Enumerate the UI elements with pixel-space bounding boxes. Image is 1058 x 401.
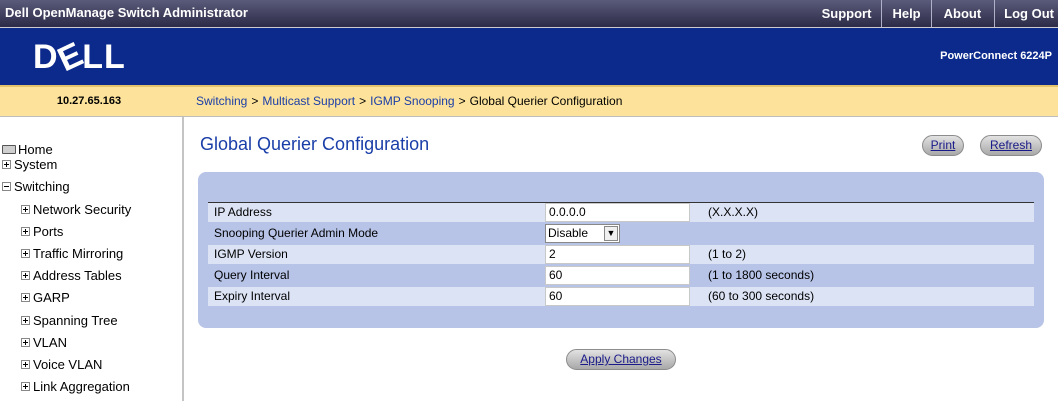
igmp-version-label: IGMP Version bbox=[214, 247, 288, 261]
admin-mode-label: Snooping Querier Admin Mode bbox=[214, 226, 379, 240]
breadcrumb-switching[interactable]: Switching bbox=[196, 94, 247, 108]
sidebar-item-vlan[interactable]: VLAN bbox=[21, 332, 67, 354]
sidebar-item-traffic-mirroring[interactable]: Traffic Mirroring bbox=[21, 243, 123, 265]
sidebar-item-label: Network Security bbox=[33, 202, 132, 217]
breadcrumb: Switching > Multicast Support > IGMP Snoopin… bbox=[178, 85, 1058, 117]
breadcrumb-current: Global Querier Configuration bbox=[469, 94, 623, 108]
plus-icon[interactable] bbox=[21, 292, 30, 302]
plus-icon[interactable] bbox=[21, 315, 30, 325]
main-content: Global Querier Configuration Print Refre… bbox=[184, 117, 1058, 401]
form-row-expiry-interval: Expiry Interval 60 (60 to 300 seconds) bbox=[208, 287, 1034, 306]
sidebar-item-label: Traffic Mirroring bbox=[33, 246, 124, 261]
app-title: Dell OpenManage Switch Administrator bbox=[5, 5, 248, 20]
form-row-ip-address: IP Address 0.0.0.0 (X.X.X.X) bbox=[208, 203, 1034, 222]
plus-icon[interactable] bbox=[21, 381, 30, 391]
device-ip: 10.27.65.163 bbox=[0, 85, 178, 117]
page-title: Global Querier Configuration bbox=[200, 134, 430, 154]
query-interval-label: Query Interval bbox=[214, 268, 290, 282]
sidebar-item-switching[interactable]: Switching bbox=[2, 176, 70, 198]
sidebar-item-spanning-tree[interactable]: Spanning Tree bbox=[21, 310, 118, 332]
sidebar-item-network-security[interactable]: Network Security bbox=[21, 199, 131, 221]
expiry-interval-input[interactable]: 60 bbox=[545, 287, 690, 306]
plus-icon[interactable] bbox=[21, 248, 30, 258]
sidebar-item-label: Address Tables bbox=[33, 268, 122, 283]
minus-icon[interactable] bbox=[2, 181, 11, 191]
plus-icon[interactable] bbox=[2, 159, 11, 169]
refresh-button[interactable]: Refresh bbox=[980, 135, 1042, 156]
igmp-version-input[interactable]: 2 bbox=[545, 245, 690, 264]
sidebar-item-label: GARP bbox=[33, 290, 70, 305]
ip-address-input[interactable]: 0.0.0.0 bbox=[545, 203, 690, 222]
form-row-query-interval: Query Interval 60 (1 to 1800 seconds) bbox=[208, 266, 1034, 285]
plus-icon[interactable] bbox=[21, 270, 30, 280]
plus-icon[interactable] bbox=[21, 226, 30, 236]
form-row-igmp-version: IGMP Version 2 (1 to 2) bbox=[208, 245, 1034, 264]
breadcrumb-separator: > bbox=[458, 94, 466, 108]
sidebar-item-label: Ports bbox=[33, 224, 64, 239]
home-icon bbox=[2, 144, 16, 154]
device-model: PowerConnect 6224P bbox=[940, 50, 1052, 62]
form-row-admin-mode: Snooping Querier Admin Mode Disable ▼ bbox=[208, 224, 1034, 243]
admin-mode-value: Disable bbox=[548, 226, 589, 240]
sidebar: Home System Switching Network Security P… bbox=[0, 117, 184, 401]
breadcrumb-igmp-snooping[interactable]: IGMP Snooping bbox=[370, 94, 455, 108]
plus-icon[interactable] bbox=[21, 359, 30, 369]
plus-icon[interactable] bbox=[21, 204, 30, 214]
ip-address-label: IP Address bbox=[214, 205, 272, 219]
sidebar-item-label: VLAN bbox=[33, 335, 67, 350]
sidebar-item-label: System bbox=[14, 157, 58, 172]
sidebar-item-label: Spanning Tree bbox=[33, 313, 118, 328]
chevron-down-icon[interactable]: ▼ bbox=[604, 226, 618, 241]
admin-mode-select[interactable]: Disable ▼ bbox=[545, 224, 620, 243]
expiry-interval-hint: (60 to 300 seconds) bbox=[708, 289, 815, 303]
query-interval-input[interactable]: 60 bbox=[545, 266, 690, 285]
igmp-version-hint: (1 to 2) bbox=[708, 247, 747, 261]
querier-config-panel: IP Address 0.0.0.0 (X.X.X.X) Snooping Qu… bbox=[198, 172, 1044, 328]
breadcrumb-separator: > bbox=[251, 94, 259, 108]
plus-icon[interactable] bbox=[21, 337, 30, 347]
apply-changes-button[interactable]: Apply Changes bbox=[566, 349, 676, 370]
top-nav: Support Help About Log Out bbox=[814, 0, 1058, 27]
sidebar-item-system[interactable]: System bbox=[2, 154, 57, 176]
sidebar-item-label: Switching bbox=[14, 179, 70, 194]
sidebar-item-ports[interactable]: Ports bbox=[21, 221, 63, 243]
sidebar-item-garp[interactable]: GARP bbox=[21, 287, 70, 309]
top-bar: Dell OpenManage Switch Administrator Sup… bbox=[0, 0, 1058, 27]
support-link[interactable]: Support bbox=[814, 0, 882, 27]
sidebar-item-label: Link Aggregation bbox=[33, 379, 130, 394]
dell-logo: DELL bbox=[33, 34, 126, 80]
print-button[interactable]: Print bbox=[922, 135, 964, 156]
sidebar-item-address-tables[interactable]: Address Tables bbox=[21, 265, 122, 287]
query-interval-hint: (1 to 1800 seconds) bbox=[708, 268, 815, 282]
logout-link[interactable]: Log Out bbox=[994, 0, 1058, 27]
sidebar-item-link-aggregation[interactable]: Link Aggregation bbox=[21, 376, 130, 398]
about-link[interactable]: About bbox=[930, 0, 995, 27]
help-link[interactable]: Help bbox=[881, 0, 930, 27]
ip-address-hint: (X.X.X.X) bbox=[708, 205, 759, 219]
expiry-interval-label: Expiry Interval bbox=[214, 289, 291, 303]
sidebar-item-label: Voice VLAN bbox=[33, 357, 103, 372]
brand-banner: DELL PowerConnect 6224P bbox=[0, 27, 1058, 85]
breadcrumb-multicast-support[interactable]: Multicast Support bbox=[262, 94, 355, 108]
sidebar-item-voice-vlan[interactable]: Voice VLAN bbox=[21, 354, 102, 376]
breadcrumb-separator: > bbox=[359, 94, 367, 108]
